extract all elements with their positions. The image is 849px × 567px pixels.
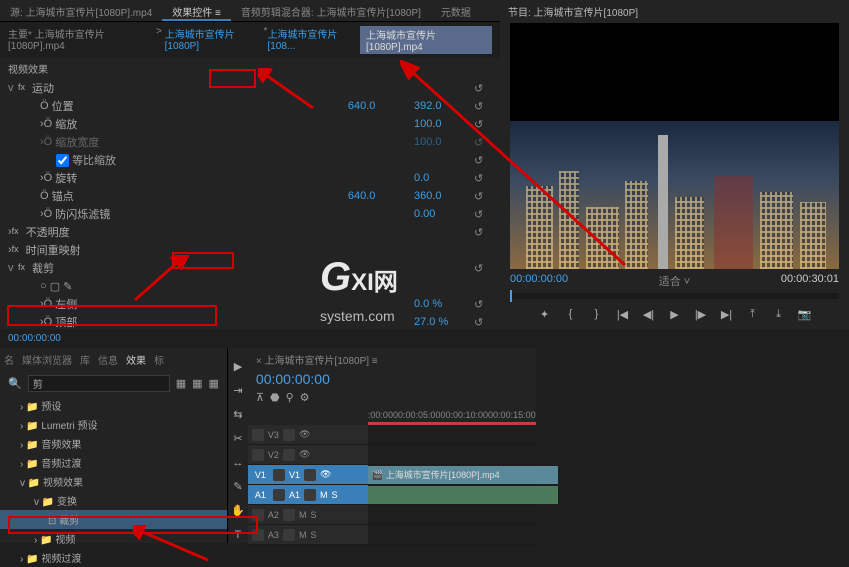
filter-icon[interactable]: ▦ (176, 377, 186, 390)
stopwatch-icon[interactable]: Ö (44, 298, 53, 310)
timeline-panel: × 上海城市宣传片[1080P] ≡ 00:00:00:00 ⊼ ⬣ ⚲ ⚙ :… (248, 348, 536, 543)
panel-timecode: 00:00:00:00 (0, 329, 500, 348)
chevron-down-icon[interactable]: v (8, 82, 18, 94)
add-marker-button[interactable]: ✦ (536, 305, 554, 323)
track-toggle-icon[interactable] (283, 429, 295, 441)
program-scrubber[interactable] (510, 293, 839, 299)
reset-icon[interactable]: ↺ (474, 298, 488, 311)
crop-top[interactable]: 27.0 % (414, 316, 474, 328)
mini-timeline-clip[interactable]: 上海城市宣传片[1080P].mp4 (366, 31, 436, 53)
link-icon[interactable]: ⚲ (286, 391, 294, 404)
crop-left[interactable]: 0.0 % (414, 298, 474, 310)
play-button[interactable]: ▶ (666, 305, 684, 323)
zoom-select[interactable]: 适合 ˅ (659, 273, 690, 289)
export-frame-button[interactable]: 📷 (796, 305, 814, 323)
track-lock-icon[interactable] (252, 429, 264, 441)
tab-effects[interactable]: 效果 (126, 352, 146, 367)
go-to-out-button[interactable]: ▶| (718, 305, 736, 323)
tab-media-browser[interactable]: 媒体浏览器 (22, 352, 72, 367)
tab-metadata[interactable]: 元数据 (431, 0, 481, 21)
settings-icon[interactable]: ⚙ (300, 391, 310, 404)
marker-icon[interactable]: ⬣ (270, 391, 280, 404)
watermark: GXI网 system.com (320, 255, 398, 328)
step-back-button[interactable]: ◀| (640, 305, 658, 323)
pen-tool[interactable]: ✎ (228, 479, 248, 495)
stopwatch-icon[interactable]: Ö (40, 100, 49, 112)
stopwatch-icon[interactable]: Ö (44, 208, 53, 220)
effects-browser: 名 媒体浏览器 库 信息 效果 标 🔍 ▦ ▦ ▦ › 📁 预设 › 📁 Lum… (0, 348, 228, 543)
tree-video-fx[interactable]: v 📁 视频效果 (0, 472, 227, 491)
extract-button[interactable]: ⤓ (770, 305, 788, 323)
slip-tool[interactable]: ↔ (228, 455, 248, 471)
tree-presets[interactable]: › 📁 预设 (0, 396, 227, 415)
tab-name[interactable]: 名 (4, 352, 14, 367)
effects-search-input[interactable] (28, 375, 170, 392)
filter-icon[interactable]: ▦ (209, 377, 219, 390)
program-timecode[interactable]: 00:00:00:00 (510, 273, 568, 289)
filter-icon[interactable]: ▦ (192, 377, 202, 390)
rect-mask-icon[interactable]: ▢ (50, 280, 60, 293)
snap-icon[interactable]: ⊼ (256, 391, 264, 404)
timeline-timecode[interactable]: 00:00:00:00 (248, 371, 536, 387)
timeline-tools: ▶ ⇥ ⇆ ✂ ↔ ✎ ✋ T (228, 348, 248, 543)
stopwatch-icon[interactable]: Ö (40, 190, 49, 202)
ellipse-mask-icon[interactable]: ○ (40, 280, 47, 292)
stopwatch-icon[interactable]: Ö (44, 172, 53, 184)
tab-audio-mixer[interactable]: 音频剪辑混合器: 上海城市宣传片[1080P] (231, 0, 431, 21)
track-select-tool[interactable]: ⇥ (228, 382, 248, 398)
selection-tool[interactable]: ▶ (228, 358, 248, 374)
audio-clip[interactable] (368, 486, 558, 504)
tree-audio-fx[interactable]: › 📁 音频效果 (0, 434, 227, 453)
reset-icon[interactable]: ↺ (474, 316, 488, 329)
anchor-x[interactable]: 640.0 (348, 190, 408, 202)
tree-audio-trans[interactable]: › 📁 音频过渡 (0, 453, 227, 472)
tab-library[interactable]: 库 (80, 352, 90, 367)
stopwatch-icon[interactable]: Ö (44, 118, 53, 130)
breadcrumb: 主要* 上海城市宣传片[1080P].mp4 > 上海城市宣传片[1080P] … (0, 22, 500, 58)
effect-panel-tabs: 源: 上海城市宣传片[1080P].mp4 效果控件 ≡ 音频剪辑混合器: 上海… (0, 0, 500, 22)
hand-tool[interactable]: ✋ (228, 503, 248, 519)
chevron-down-icon[interactable]: v (8, 262, 18, 274)
position-x[interactable]: 640.0 (348, 100, 408, 112)
program-duration: 00:00:30:01 (781, 273, 839, 289)
tab-info[interactable]: 信息 (98, 352, 118, 367)
program-title: 节目: 上海城市宣传片[1080P] (500, 0, 849, 23)
tree-transform[interactable]: v 📁 变换 (0, 491, 227, 510)
tab-effect-controls[interactable]: 效果控件 ≡ (162, 0, 231, 21)
pen-mask-icon[interactable]: ✎ (63, 280, 72, 293)
tree-lumetri[interactable]: › 📁 Lumetri 预设 (0, 415, 227, 434)
step-forward-button[interactable]: |▶ (692, 305, 710, 323)
ripple-tool[interactable]: ⇆ (228, 406, 248, 422)
type-tool[interactable]: T (228, 527, 248, 543)
stopwatch-icon[interactable]: Ö (44, 316, 53, 328)
lift-button[interactable]: ⤒ (744, 305, 762, 323)
razor-tool[interactable]: ✂ (228, 430, 248, 446)
mark-in-button[interactable]: { (562, 305, 580, 323)
tab-source[interactable]: 源: 上海城市宣传片[1080P].mp4 (0, 0, 162, 21)
go-to-in-button[interactable]: |◀ (614, 305, 632, 323)
search-icon: 🔍 (8, 377, 22, 390)
tab-markers[interactable]: 标 (154, 352, 164, 367)
fx-badge-icon[interactable]: fx (18, 82, 32, 94)
uniform-scale-checkbox[interactable] (56, 154, 69, 167)
video-clip[interactable]: 🎬 上海城市宣传片[1080P].mp4 (368, 466, 558, 484)
mark-out-button[interactable]: } (588, 305, 606, 323)
